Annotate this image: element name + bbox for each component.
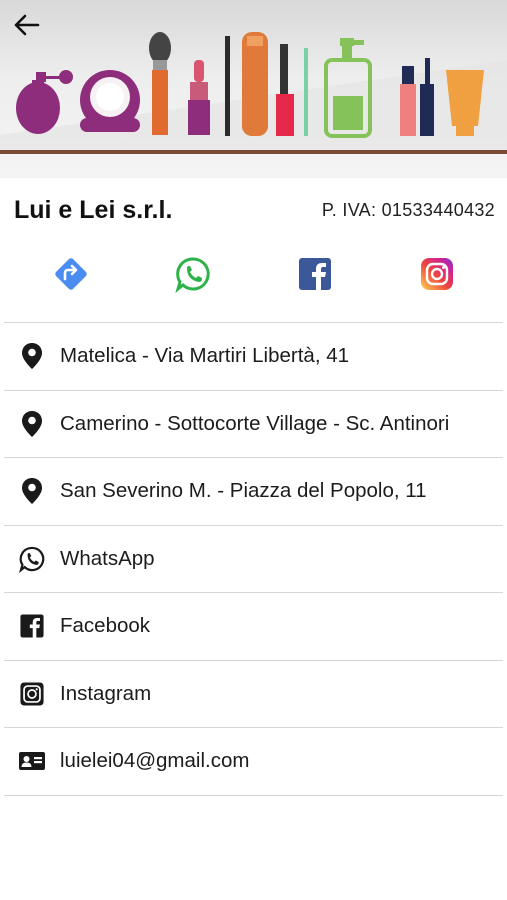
contact-list: Matelica - Via Martiri Libertà, 41 Camer…	[4, 322, 503, 796]
list-item-facebook[interactable]: Facebook	[4, 593, 503, 661]
list-item-address-matelica[interactable]: Matelica - Via Martiri Libertà, 41	[4, 323, 503, 391]
vat-number: P. IVA: 01533440432	[321, 199, 495, 220]
map-pin-icon	[16, 340, 48, 372]
list-item-email[interactable]: luielei04@gmail.com	[4, 728, 503, 796]
back-button[interactable]	[14, 14, 48, 48]
instagram-icon	[16, 678, 48, 710]
list-item-label: WhatsApp	[60, 546, 155, 570]
social-actions	[0, 248, 507, 300]
list-item-label: Instagram	[60, 681, 152, 705]
facebook-icon	[299, 258, 331, 290]
list-item-address-san-severino[interactable]: San Severino M. - Piazza del Popolo, 11	[4, 458, 503, 526]
list-item-label: San Severino M. - Piazza del Popolo, 11	[60, 479, 427, 503]
map-pin-icon	[16, 408, 48, 440]
whatsapp-icon	[16, 543, 48, 575]
list-item-label: Facebook	[60, 614, 151, 638]
list-item-address-camerino[interactable]: Camerino - Sottocorte Village - Sc. Anti…	[4, 391, 503, 458]
cosmetics-illustration	[0, 32, 507, 154]
list-item-instagram[interactable]: Instagram	[4, 661, 503, 728]
header-banner	[0, 0, 507, 178]
instagram-icon	[421, 258, 453, 290]
whatsapp-button[interactable]	[173, 254, 213, 294]
list-item-whatsapp[interactable]: WhatsApp	[4, 526, 503, 593]
directions-button[interactable]	[51, 254, 91, 294]
facebook-button[interactable]	[295, 254, 335, 294]
company-name: Lui e Lei s.r.l.	[14, 195, 173, 224]
back-arrow-icon	[14, 14, 40, 36]
contact-card-icon	[16, 745, 48, 777]
whatsapp-icon	[175, 257, 210, 293]
list-item-label: Camerino - Sottocorte Village - Sc. Anti…	[60, 411, 450, 435]
directions-icon	[55, 258, 87, 290]
instagram-button[interactable]	[417, 254, 457, 294]
facebook-icon	[16, 610, 48, 642]
map-pin-icon	[16, 475, 48, 507]
list-item-label: Matelica - Via Martiri Libertà, 41	[60, 344, 350, 368]
company-header: Lui e Lei s.r.l. P. IVA: 01533440432	[14, 190, 495, 230]
list-item-label: luielei04@gmail.com	[60, 749, 250, 773]
